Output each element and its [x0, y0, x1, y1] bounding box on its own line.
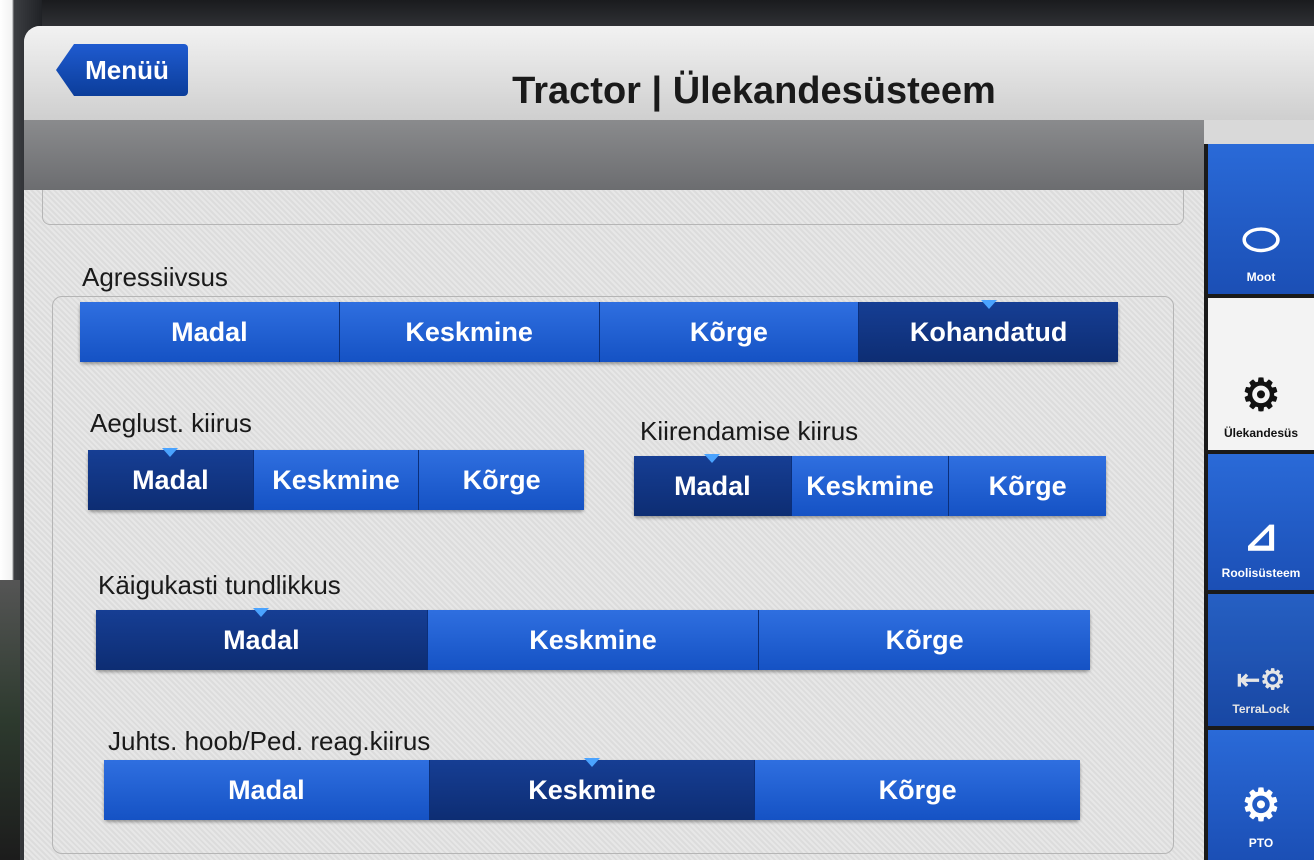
acceleration-option-madal[interactable]: Madal	[634, 454, 792, 516]
lever-pedal-option-korge[interactable]: Kõrge	[755, 760, 1081, 820]
gearbox-option-keskmine[interactable]: Keskmine	[427, 610, 760, 670]
sidebar-item-engine[interactable]: ⬭ Moot	[1208, 144, 1314, 294]
pto-icon: ⚙	[1241, 781, 1281, 830]
sidebar-item-label: Ülekandesüs	[1223, 426, 1299, 440]
acceleration-option-korge[interactable]: Kõrge	[949, 456, 1107, 516]
upper-panel-frame	[42, 190, 1184, 225]
title-bar: Menüü Tractor | Ülekandesüsteem	[24, 26, 1314, 120]
aggressiveness-option-madal[interactable]: Madal	[80, 302, 340, 362]
gearbox-sensitivity-selector: Madal Keskmine Kõrge	[96, 608, 1091, 670]
acceleration-label: Kiirendamise kiirus	[640, 416, 859, 446]
menu-back-button[interactable]: Menüü	[56, 44, 188, 96]
acceleration-selector: Madal Keskmine Kõrge	[634, 454, 1107, 516]
gearbox-sensitivity-label: Käigukasti tundlikkus	[98, 570, 341, 600]
device-bezel-left-lower	[0, 580, 20, 860]
sidebar-item-pto[interactable]: ⚙ PTO	[1208, 730, 1314, 860]
lever-pedal-option-madal[interactable]: Madal	[104, 760, 430, 820]
aggressiveness-option-keskmine[interactable]: Keskmine	[339, 302, 600, 362]
sidebar-item-label: Roolisüsteem	[1221, 566, 1301, 580]
sidebar-item-steering[interactable]: ⊿ Roolisüsteem	[1208, 454, 1314, 590]
aggressiveness-selector: Madal Keskmine Kõrge Kohandatud	[80, 300, 1118, 362]
acceleration-option-keskmine[interactable]: Keskmine	[791, 456, 950, 516]
gearbox-option-korge[interactable]: Kõrge	[759, 610, 1091, 670]
settings-content: Agressiivsus Madal Keskmine Kõrge Kohand…	[24, 190, 1204, 860]
deceleration-selector: Madal Keskmine Kõrge	[88, 448, 585, 510]
gearbox-option-madal[interactable]: Madal	[96, 608, 428, 670]
deceleration-label: Aeglust. kiirus	[90, 408, 252, 438]
lever-pedal-selector: Madal Keskmine Kõrge	[104, 758, 1081, 820]
sidebar-item-label: TerraLock	[1232, 702, 1290, 716]
transmission-gear-icon: ⚙	[1241, 371, 1281, 420]
sidebar-item-transmission[interactable]: ⚙ Ülekandesüs	[1208, 298, 1314, 450]
steering-icon: ⊿	[1242, 511, 1280, 560]
lever-pedal-label: Juhts. hoob/Ped. reag.kiirus	[108, 726, 431, 756]
sidebar-item-terralock[interactable]: ⇤⚙ TerraLock	[1208, 594, 1314, 726]
sidebar-item-label: PTO	[1248, 836, 1274, 850]
page-title: Tractor | Ülekandesüsteem	[512, 70, 996, 112]
engine-icon: ⬭	[1242, 215, 1280, 264]
header-gray-bar	[24, 120, 1204, 190]
aggressiveness-option-kohandatud[interactable]: Kohandatud	[859, 300, 1118, 362]
lever-pedal-option-keskmine[interactable]: Keskmine	[429, 758, 756, 820]
terralock-icon: ⇤⚙	[1236, 664, 1286, 695]
right-sidebar: ⬭ Moot ⚙ Ülekandesüs ⊿ Roolisüsteem ⇤⚙ T…	[1204, 144, 1314, 860]
aggressiveness-label: Agressiivsus	[82, 262, 228, 292]
deceleration-option-korge[interactable]: Kõrge	[419, 450, 585, 510]
aggressiveness-option-korge[interactable]: Kõrge	[599, 302, 860, 362]
display-screen: Menüü Tractor | Ülekandesüsteem Agressii…	[24, 26, 1314, 860]
deceleration-option-madal[interactable]: Madal	[88, 448, 254, 510]
sidebar-item-label: Moot	[1246, 270, 1276, 284]
deceleration-option-keskmine[interactable]: Keskmine	[253, 450, 420, 510]
